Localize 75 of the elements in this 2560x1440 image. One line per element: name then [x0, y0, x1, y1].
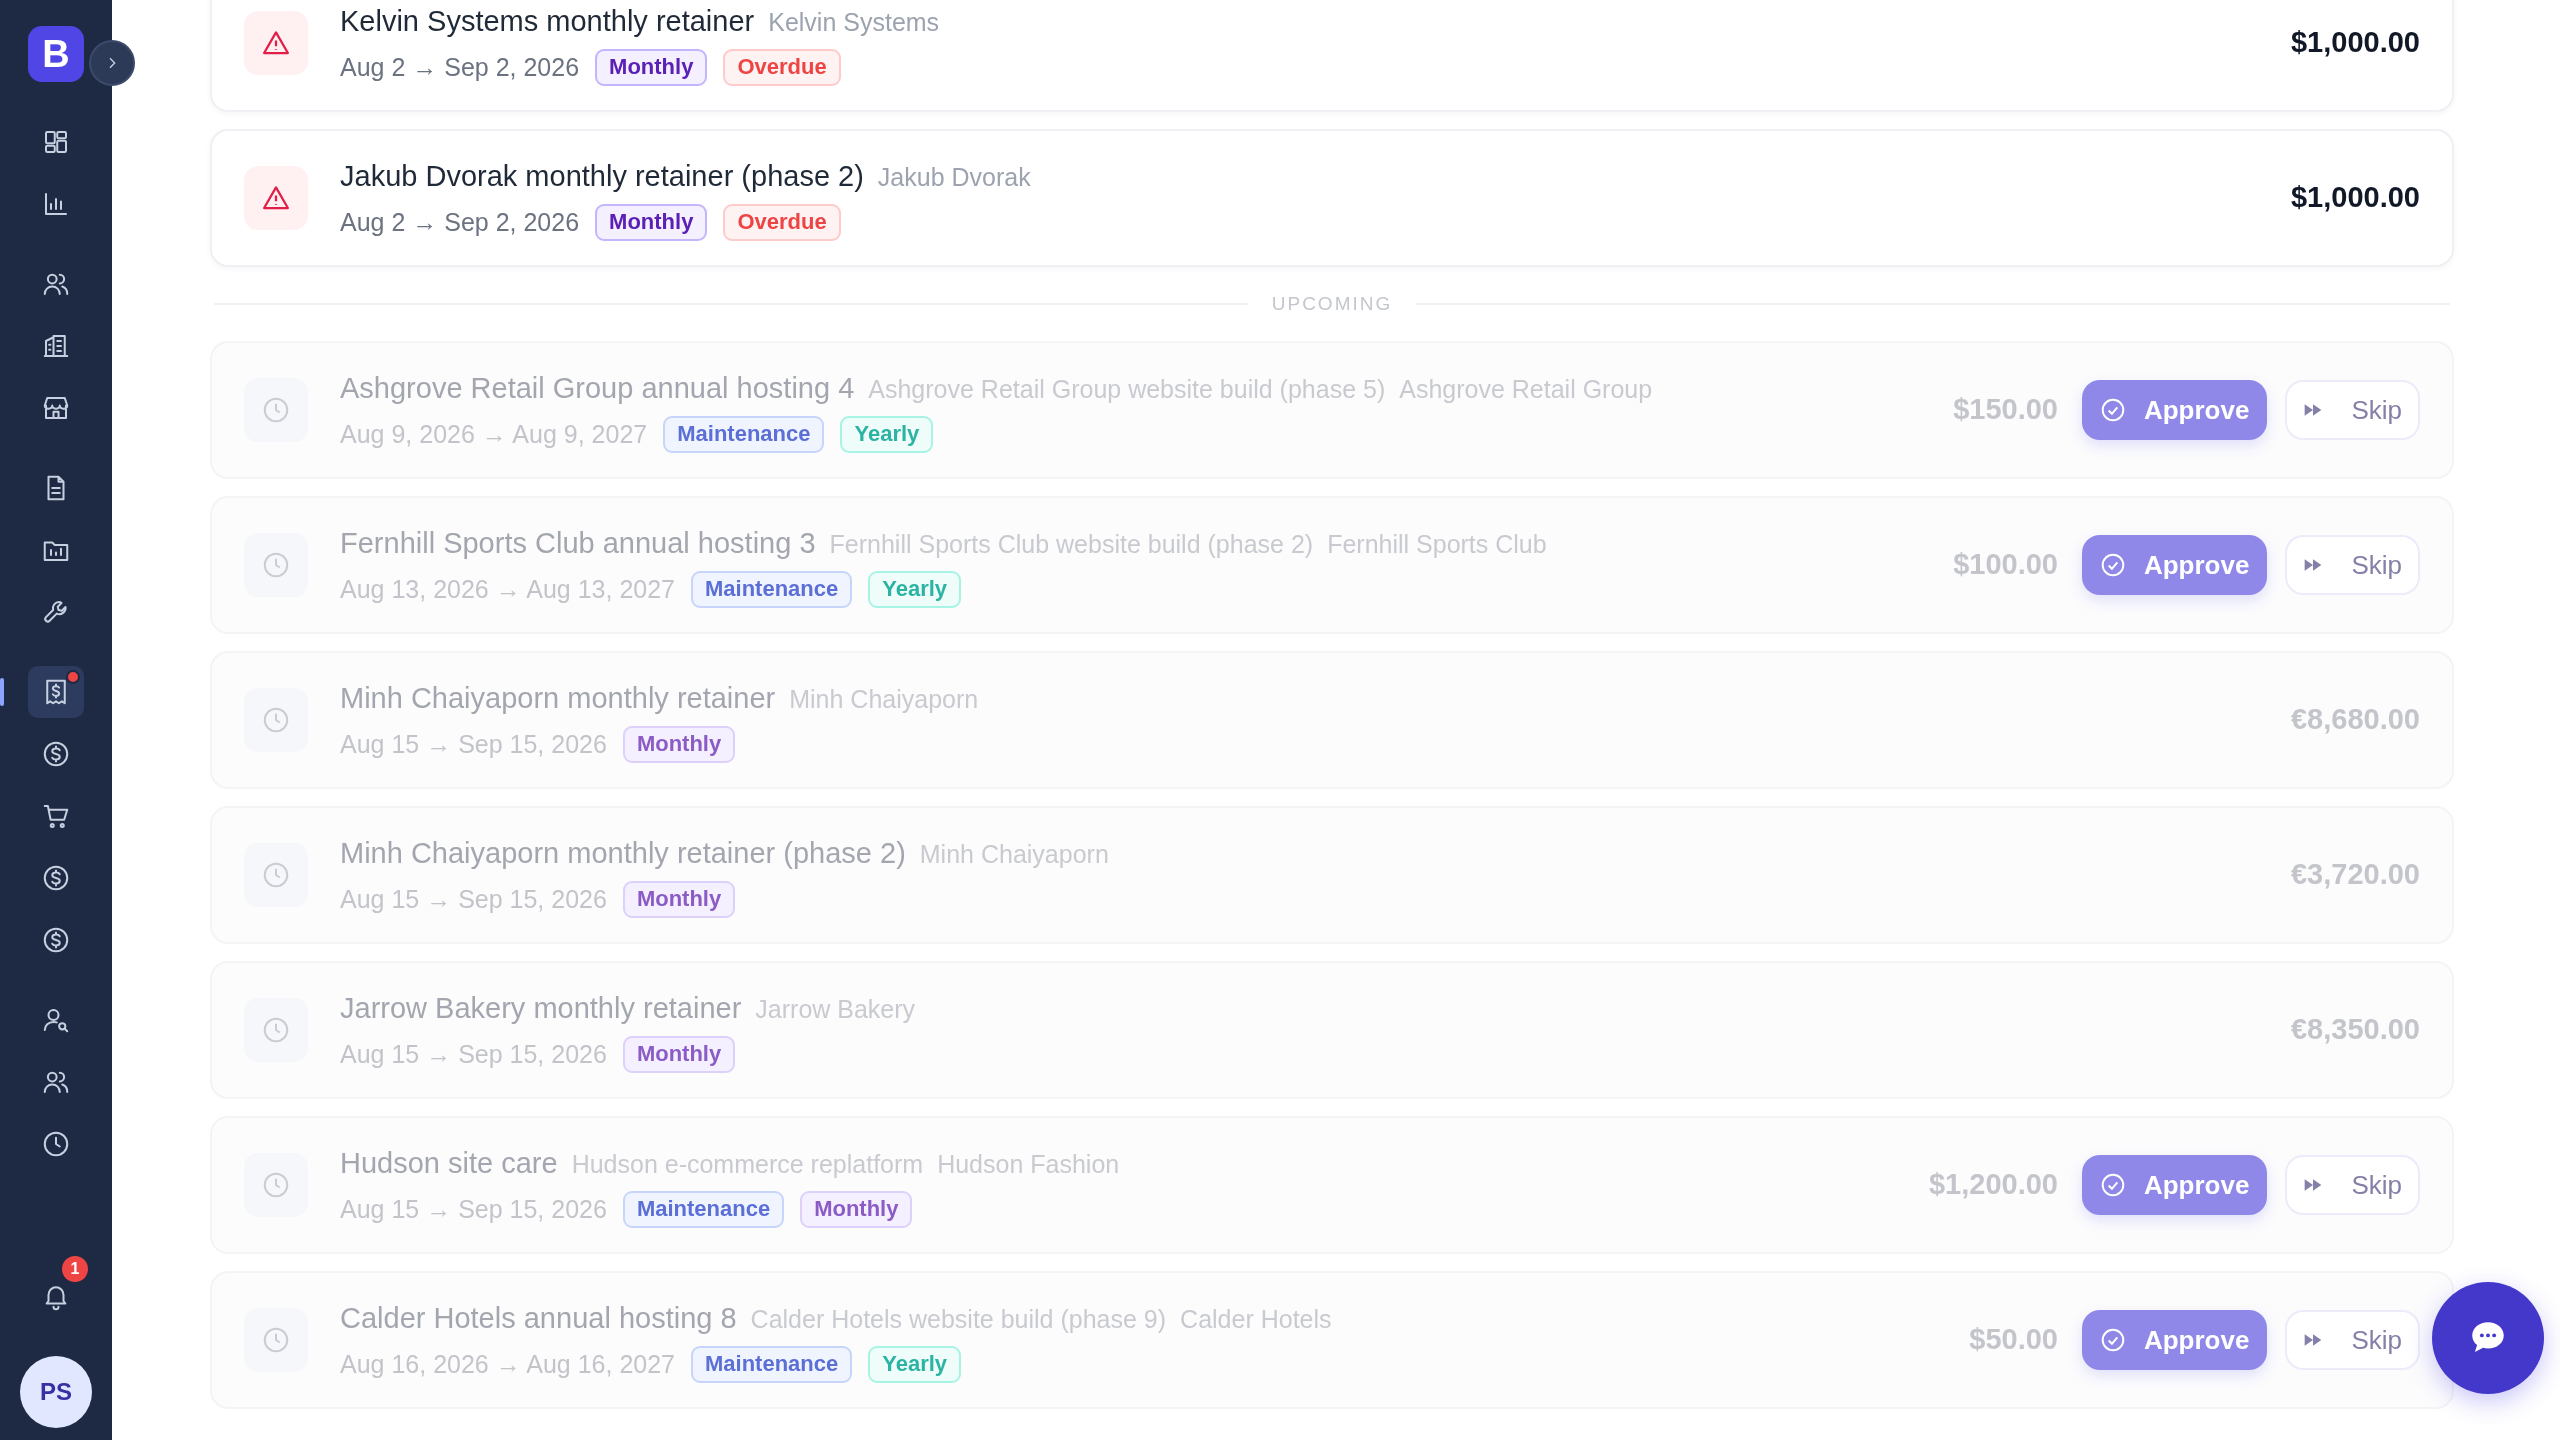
notification-count: 1: [62, 1256, 88, 1282]
clock-icon: [244, 843, 308, 907]
tag: Monthly: [622, 1036, 736, 1074]
check-circle-icon: [2099, 397, 2126, 423]
approve-button[interactable]: Approve: [2081, 535, 2268, 595]
dollar-circle-icon: [41, 863, 71, 893]
item-title: Jakub Dvorak monthly retainer (phase 2): [340, 158, 864, 194]
clock-icon: [244, 378, 308, 442]
active-indicator: [0, 678, 4, 706]
item-title: Calder Hotels annual hosting 8: [340, 1300, 737, 1336]
tag: Maintenance: [691, 1346, 853, 1384]
approve-button[interactable]: Approve: [2081, 1310, 2268, 1370]
dollar-circle-icon: [41, 925, 71, 955]
amount: €8,680.00: [2291, 702, 2420, 738]
item-title: Ashgrove Retail Group annual hosting 4: [340, 370, 855, 406]
item-title: Jarrow Bakery monthly retainer: [340, 990, 742, 1026]
amount: $1,200.00: [1928, 1167, 2058, 1203]
date-range: Aug 9, 2026 → Aug 9, 2027: [340, 419, 648, 450]
item-title: Minh Chaiyaporn monthly retainer: [340, 680, 776, 716]
tag: Yearly: [868, 571, 962, 609]
check-circle-icon: [2099, 1327, 2126, 1353]
tag: Yearly: [868, 1346, 962, 1384]
tag: Monthly: [595, 49, 708, 87]
user-avatar[interactable]: PS: [20, 1356, 92, 1428]
clock-icon: [244, 1153, 308, 1217]
amount: $1,000.00: [2291, 25, 2420, 61]
check-circle-icon: [2099, 552, 2126, 578]
date-range: Aug 15 → Sep 15, 2026: [340, 884, 607, 915]
tag: Overdue: [723, 49, 841, 87]
tag: Monthly: [595, 204, 708, 242]
tag: Monthly: [622, 726, 736, 764]
skip-button[interactable]: Skip: [2285, 1155, 2420, 1215]
approve-button[interactable]: Approve: [2081, 1155, 2268, 1215]
expand-sidebar-button[interactable]: [89, 40, 135, 86]
amount: €8,350.00: [2291, 1012, 2420, 1048]
clock-icon: [244, 998, 308, 1062]
check-circle-icon: [2099, 1172, 2126, 1198]
date-range: Aug 2 → Sep 2, 2026: [340, 207, 580, 238]
dollar-circle-icon: [41, 739, 71, 769]
date-range: Aug 15 → Sep 15, 2026: [340, 1194, 607, 1225]
app-logo[interactable]: B: [28, 26, 84, 82]
warning-icon: [244, 166, 308, 230]
clock-icon: [244, 688, 308, 752]
amount: €3,720.00: [2291, 857, 2420, 893]
section-label: UPCOMING: [1271, 291, 1393, 316]
date-range: Aug 15 → Sep 15, 2026: [340, 1039, 607, 1070]
approve-button[interactable]: Approve: [2081, 380, 2268, 440]
tag: Overdue: [723, 204, 841, 242]
clock-icon: [244, 1308, 308, 1372]
skip-button[interactable]: Skip: [2285, 535, 2420, 595]
clock-icon: [41, 1129, 71, 1159]
amount: $100.00: [1953, 547, 2058, 583]
reference-text: Jakub Dvorak: [877, 161, 1031, 193]
amount: $50.00: [1969, 1322, 2058, 1358]
clock-icon: [244, 533, 308, 597]
date-range: Aug 13, 2026 → Aug 13, 2027: [340, 574, 675, 605]
tag: Yearly: [840, 416, 934, 454]
item-title: Fernhill Sports Club annual hosting 3: [340, 525, 816, 561]
skip-button[interactable]: Skip: [2285, 380, 2420, 440]
item-title: Minh Chaiyaporn monthly retainer (phase 2): [340, 835, 906, 871]
skip-button[interactable]: Skip: [2285, 1310, 2420, 1370]
date-range: Aug 15 → Sep 15, 2026: [340, 729, 607, 760]
reference-text: Kelvin Systems: [768, 6, 940, 38]
item-title: Hudson site care: [340, 1145, 558, 1181]
date-range: Aug 2 → Sep 2, 2026: [340, 52, 580, 83]
item-title: Kelvin Systems monthly retainer: [340, 3, 755, 39]
tag: Monthly: [622, 881, 736, 919]
warning-icon: [244, 11, 308, 75]
tag: Maintenance: [691, 571, 853, 609]
date-range: Aug 16, 2026 → Aug 16, 2027: [340, 1349, 675, 1380]
amount: $150.00: [1953, 392, 2058, 428]
tag: Monthly: [800, 1191, 913, 1229]
tag: Maintenance: [663, 416, 825, 454]
tag: Maintenance: [622, 1191, 785, 1229]
amount: $1,000.00: [2291, 180, 2420, 216]
